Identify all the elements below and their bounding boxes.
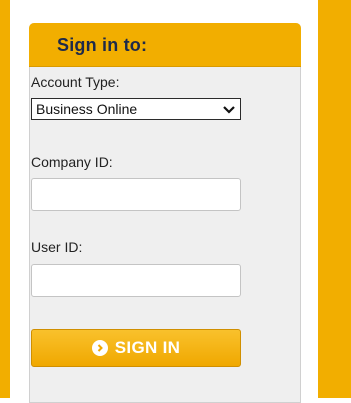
signin-panel-header: Sign in to: [29,23,301,67]
account-type-label: Account Type: [31,74,120,90]
chevron-right-circle-icon [91,340,108,356]
right-accent-band [318,0,351,398]
left-accent-band [0,0,10,398]
account-type-selected-value: Business Online [36,101,138,117]
sign-in-button-label: SIGN IN [114,338,181,357]
company-id-input[interactable] [31,178,241,211]
company-id-label: Company ID: [31,154,113,170]
chevron-down-icon [222,103,236,115]
account-type-select[interactable]: Business Online [31,98,241,120]
user-id-label: User ID: [31,239,83,255]
user-id-input[interactable] [31,264,241,297]
panel-title: Sign in to: [57,35,148,55]
sign-in-button[interactable]: SIGN IN [31,329,241,367]
